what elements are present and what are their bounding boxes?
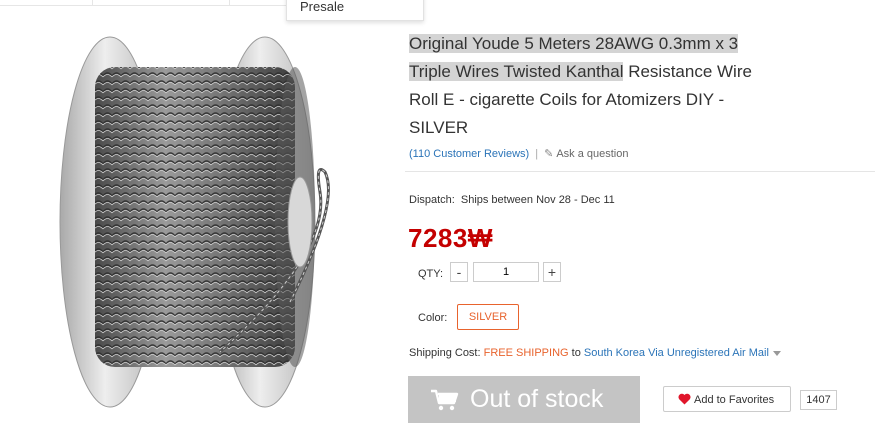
dispatch-info: Dispatch: Ships between Nov 28 - Dec 11 (409, 194, 615, 206)
favorites-count: 1407 (800, 390, 837, 410)
title-line-4: SILVER (409, 118, 469, 137)
qty-input[interactable] (473, 262, 539, 282)
product-title: Original Youde 5 Meters 28AWG 0.3mm x 3 … (409, 30, 829, 142)
cart-icon (431, 389, 459, 411)
customer-reviews-link[interactable]: (110 Customer Reviews) (409, 148, 529, 160)
reviews-row: (110 Customer Reviews) | ✎ Ask a question (409, 147, 628, 160)
heart-icon (678, 393, 691, 405)
add-to-favorites-button[interactable]: Add to Favorites (663, 386, 791, 412)
top-nav-strip (0, 0, 290, 6)
dispatch-label: Dispatch: (409, 194, 455, 206)
qty-decrease-button[interactable]: - (450, 262, 468, 282)
shipping-destination-link[interactable]: South Korea Via Unregistered Air Mail (584, 347, 769, 359)
color-label: Color: (418, 312, 448, 324)
separator: | (535, 148, 539, 160)
title-line-3: Roll E - cigarette Coils for Atomizers D… (409, 90, 725, 109)
presale-dropdown[interactable]: Presale (286, 0, 424, 21)
out-of-stock-button[interactable]: Out of stock (408, 376, 640, 423)
qty-increase-button[interactable]: + (543, 262, 561, 282)
out-of-stock-label: Out of stock (470, 385, 604, 413)
wire-spool-image (59, 36, 330, 408)
shipping-label: Shipping Cost: (409, 347, 481, 359)
qty-label: QTY: (418, 268, 444, 280)
ask-question-link[interactable]: Ask a question (556, 148, 628, 160)
title-highlight-2: Triple Wires Twisted Kanthal (409, 62, 624, 81)
presale-menu-item[interactable]: Presale (300, 0, 344, 14)
shipping-to: to (568, 347, 584, 359)
dispatch-value: Ships between Nov 28 - Dec 11 (460, 194, 615, 206)
divider (405, 171, 875, 172)
free-shipping-text: FREE SHIPPING (483, 347, 569, 359)
add-to-favorites-label: Add to Favorites (694, 394, 775, 406)
pencil-icon: ✎ (544, 148, 554, 160)
title-rest-1: Resistance Wire (623, 62, 752, 81)
shipping-info: Shipping Cost: FREE SHIPPING to South Ko… (409, 347, 781, 359)
caret-down-icon[interactable] (772, 350, 781, 356)
title-highlight-1: Original Youde 5 Meters 28AWG 0.3mm x 3 (409, 34, 739, 53)
product-image[interactable] (40, 22, 395, 432)
color-option-silver[interactable]: SILVER (457, 304, 519, 330)
price: 7283₩ (408, 223, 493, 253)
